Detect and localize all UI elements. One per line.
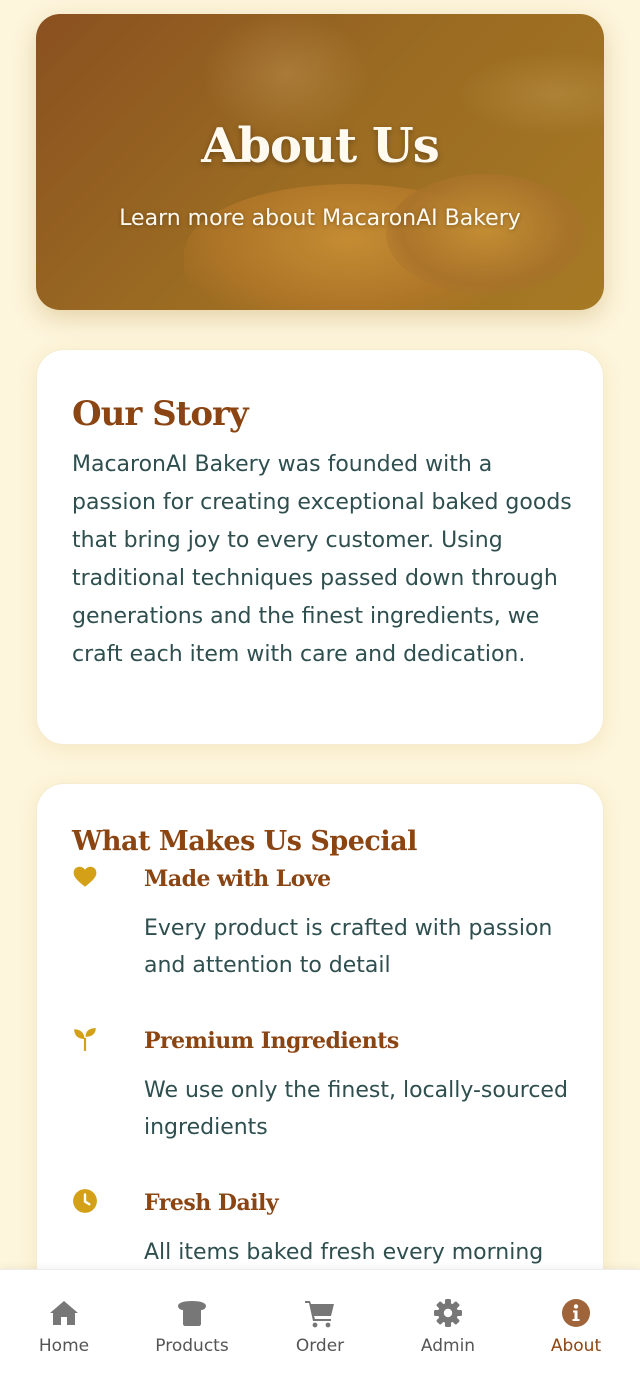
- clock-icon: [73, 1189, 97, 1213]
- nav-label: Admin: [420, 1336, 476, 1356]
- nav-item-products[interactable]: Products: [128, 1270, 256, 1388]
- what-makes-us-special-card: What Makes Us Special Made with Love Eve…: [36, 783, 604, 1343]
- bread-icon: [178, 1301, 206, 1326]
- bottom-navigation: Home Products Order Admin About: [0, 1269, 640, 1388]
- nav-label: About: [550, 1336, 602, 1356]
- cart-icon: [305, 1301, 334, 1328]
- page-title: About Us: [201, 118, 439, 174]
- feature-name: Premium Ingredients: [144, 1028, 399, 1054]
- feature-description: Every product is crafted with passion an…: [144, 916, 553, 978]
- nav-label: Order: [295, 1336, 345, 1356]
- info-icon: [562, 1299, 590, 1327]
- gear-icon: [434, 1299, 462, 1327]
- nav-item-admin[interactable]: Admin: [384, 1270, 512, 1388]
- page-subtitle: Learn more about MacaronAI Bakery: [119, 206, 521, 231]
- hero-banner: About Us Learn more about MacaronAI Bake…: [36, 14, 604, 310]
- home-icon: [50, 1301, 78, 1325]
- nav-item-about[interactable]: About: [512, 1270, 640, 1388]
- special-section-title: What Makes Us Special: [72, 826, 417, 857]
- feature-description: We use only the finest, locally-sourced …: [144, 1078, 568, 1140]
- our-story-text: MacaronAI Bakery was founded with a pass…: [72, 452, 572, 667]
- feature-name: Fresh Daily: [144, 1190, 279, 1216]
- feature-name: Made with Love: [144, 866, 331, 892]
- nav-item-home[interactable]: Home: [0, 1270, 128, 1388]
- feature-description: All items baked fresh every morning: [144, 1240, 544, 1265]
- our-story-title: Our Story: [72, 394, 249, 434]
- nav-label: Products: [155, 1336, 229, 1356]
- heart-icon: [73, 866, 97, 887]
- seedling-icon: [74, 1028, 96, 1051]
- nav-item-order[interactable]: Order: [256, 1270, 384, 1388]
- croissant-image-secondary: [386, 174, 586, 294]
- nav-label: Home: [38, 1336, 90, 1356]
- our-story-card: Our Story MacaronAI Bakery was founded w…: [36, 349, 604, 745]
